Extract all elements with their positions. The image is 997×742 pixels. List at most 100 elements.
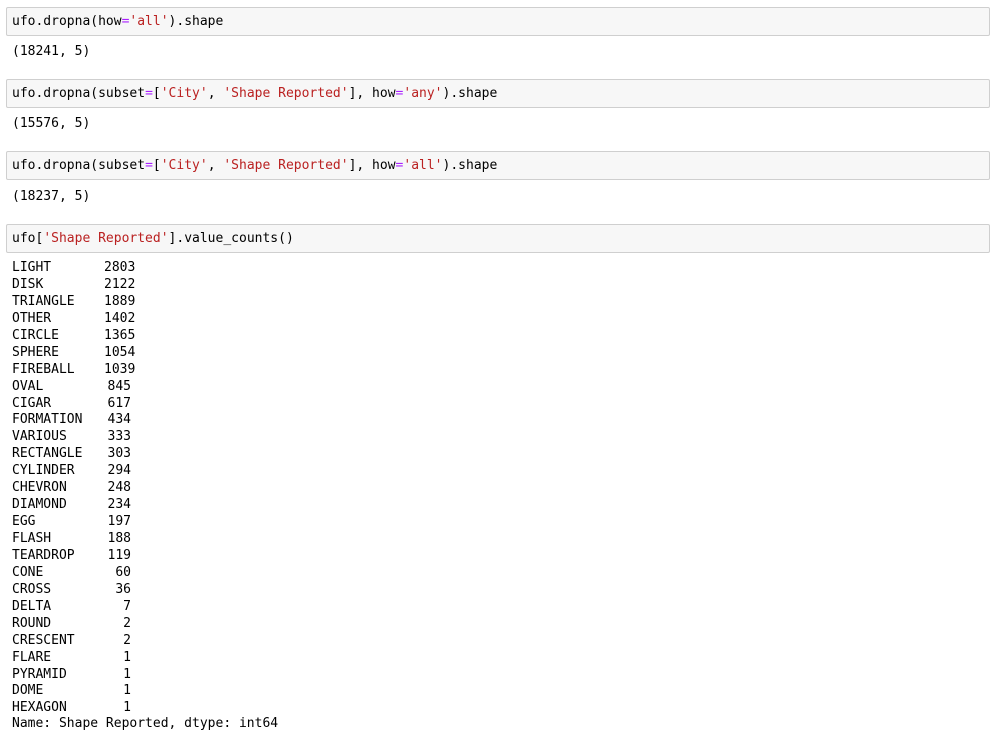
code-token: 'all' [129,14,169,29]
code-token: ufo[ [12,231,44,246]
series-footer: Name: Shape Reported, dtype: int64 [12,716,279,731]
series-value: 333 [107,429,131,445]
series-value: 1889 [104,293,136,309]
series-value: 7 [123,598,131,614]
series-value: 1 [123,649,131,665]
series-row: DOME 1 [12,683,131,700]
code-token: ], how [348,158,396,173]
series-value: 2 [123,632,131,648]
series-row: CHEVRON 248 [12,480,131,497]
series-row: CIGAR 617 [12,396,131,413]
series-row: TRIANGLE 1889 [12,293,136,311]
series-value: 1 [123,683,131,699]
code-token: , [207,158,224,173]
series-label: OTHER [12,310,52,326]
series-value: 845 [107,378,131,394]
code-token: 'Shape Reported' [223,86,349,101]
code-token: ufo.dropna(subset [12,158,146,173]
code-cell-4-input[interactable]: ufo['Shape Reported'].value_counts() [6,224,990,253]
series-label: LIGHT [12,260,52,275]
series-label: CRESCENT [12,632,75,648]
code-token: ufo.dropna(how [12,14,122,29]
code-token: 'any' [403,86,443,101]
code-token: 'City' [160,86,208,101]
series-row: DIAMOND 234 [12,497,131,514]
series-value: 60 [115,564,131,580]
series-label: PYRAMID [12,666,67,682]
series-label: EGG [12,514,36,530]
code-token: ufo.dropna(subset [12,86,146,101]
series-value: 2803 [104,260,136,275]
series-label: FIREBALL [12,361,75,377]
code-token: ).shape [442,86,498,101]
code-token: ).shape [442,158,498,173]
series-label: CYLINDER [12,463,75,479]
code-token: = [145,86,153,101]
code-token: 'Shape Reported' [43,231,169,246]
series-row: CROSS 36 [12,582,131,599]
series-label: TRIANGLE [12,293,75,309]
series-row: CONE 60 [12,565,131,582]
series-label: VARIOUS [12,429,67,445]
series-label: DOME [12,683,44,699]
code-cell-1-output: (18241, 5) [12,44,91,59]
series-label: FLASH [12,531,52,546]
series-row: FIREBALL 1039 [12,361,136,379]
series-row: VARIOUS 333 [12,429,131,446]
series-value: 2 [123,615,131,631]
series-row: LIGHT 2803 [12,260,136,277]
code-token: ).shape [168,14,224,29]
series-label: ROUND [12,615,52,631]
series-value: 2122 [104,276,136,292]
series-value: 303 [107,446,131,462]
series-row: DELTA 7 [12,599,131,616]
series-label: FORMATION [12,412,83,428]
series-row: CIRCLE 1365 [12,327,136,345]
series-row: EGG 197 [12,514,131,531]
code-cell-3-output: (18237, 5) [12,189,91,204]
code-token: 'City' [160,158,208,173]
series-value: 617 [107,395,131,411]
code-cell-2-output: (15576, 5) [12,116,91,131]
series-row: FLARE 1 [12,650,131,667]
code-token: ].value_counts() [168,231,294,246]
code-cell-3-input[interactable]: ufo.dropna(subset=['City', 'Shape Report… [6,151,990,180]
series-label: CIRCLE [12,327,59,343]
series-value: 119 [107,547,131,563]
series-row: CYLINDER 294 [12,463,131,480]
series-row: FLASH 188 [12,531,131,548]
code-token: ], how [348,86,396,101]
series-value: 1365 [104,327,136,343]
code-token: 'all' [403,158,443,173]
code-token: = [145,158,153,173]
series-value: 434 [107,412,131,428]
value-counts-output: LIGHT 2803 DISK 2122 TRIANGLE 1889 OTHER 1402 CI… [12,260,136,717]
series-label: SPHERE [12,344,59,360]
code-token: [ [152,86,161,101]
series-value: 1 [123,666,131,682]
series-label: DELTA [12,598,52,614]
series-label: CIGAR [12,395,52,411]
code-cell-1-input[interactable]: ufo.dropna(how='all').shape [6,7,990,36]
series-value: 197 [107,514,131,530]
series-label: DIAMOND [12,497,67,513]
series-row: OVAL 845 [12,379,131,396]
series-row: SPHERE 1054 [12,344,136,362]
series-row: ROUND 2 [12,616,131,633]
code-token: , [207,86,224,101]
code-token: [ [152,158,161,173]
series-row: CRESCENT 2 [12,633,131,650]
series-label: CHEVRON [12,480,67,496]
series-label: RECTANGLE [12,446,83,462]
series-value: 1054 [104,344,136,360]
series-value: 248 [107,480,131,496]
series-label: TEARDROP [12,547,75,563]
series-value: 294 [107,463,131,479]
series-value: 234 [107,497,131,513]
series-label: CROSS [12,581,52,597]
series-label: CONE [12,564,44,580]
series-row: RECTANGLE 303 [12,446,131,463]
code-cell-2-input[interactable]: ufo.dropna(subset=['City', 'Shape Report… [6,79,990,108]
series-row: DISK 2122 [12,276,136,294]
series-value: 1039 [104,361,136,377]
